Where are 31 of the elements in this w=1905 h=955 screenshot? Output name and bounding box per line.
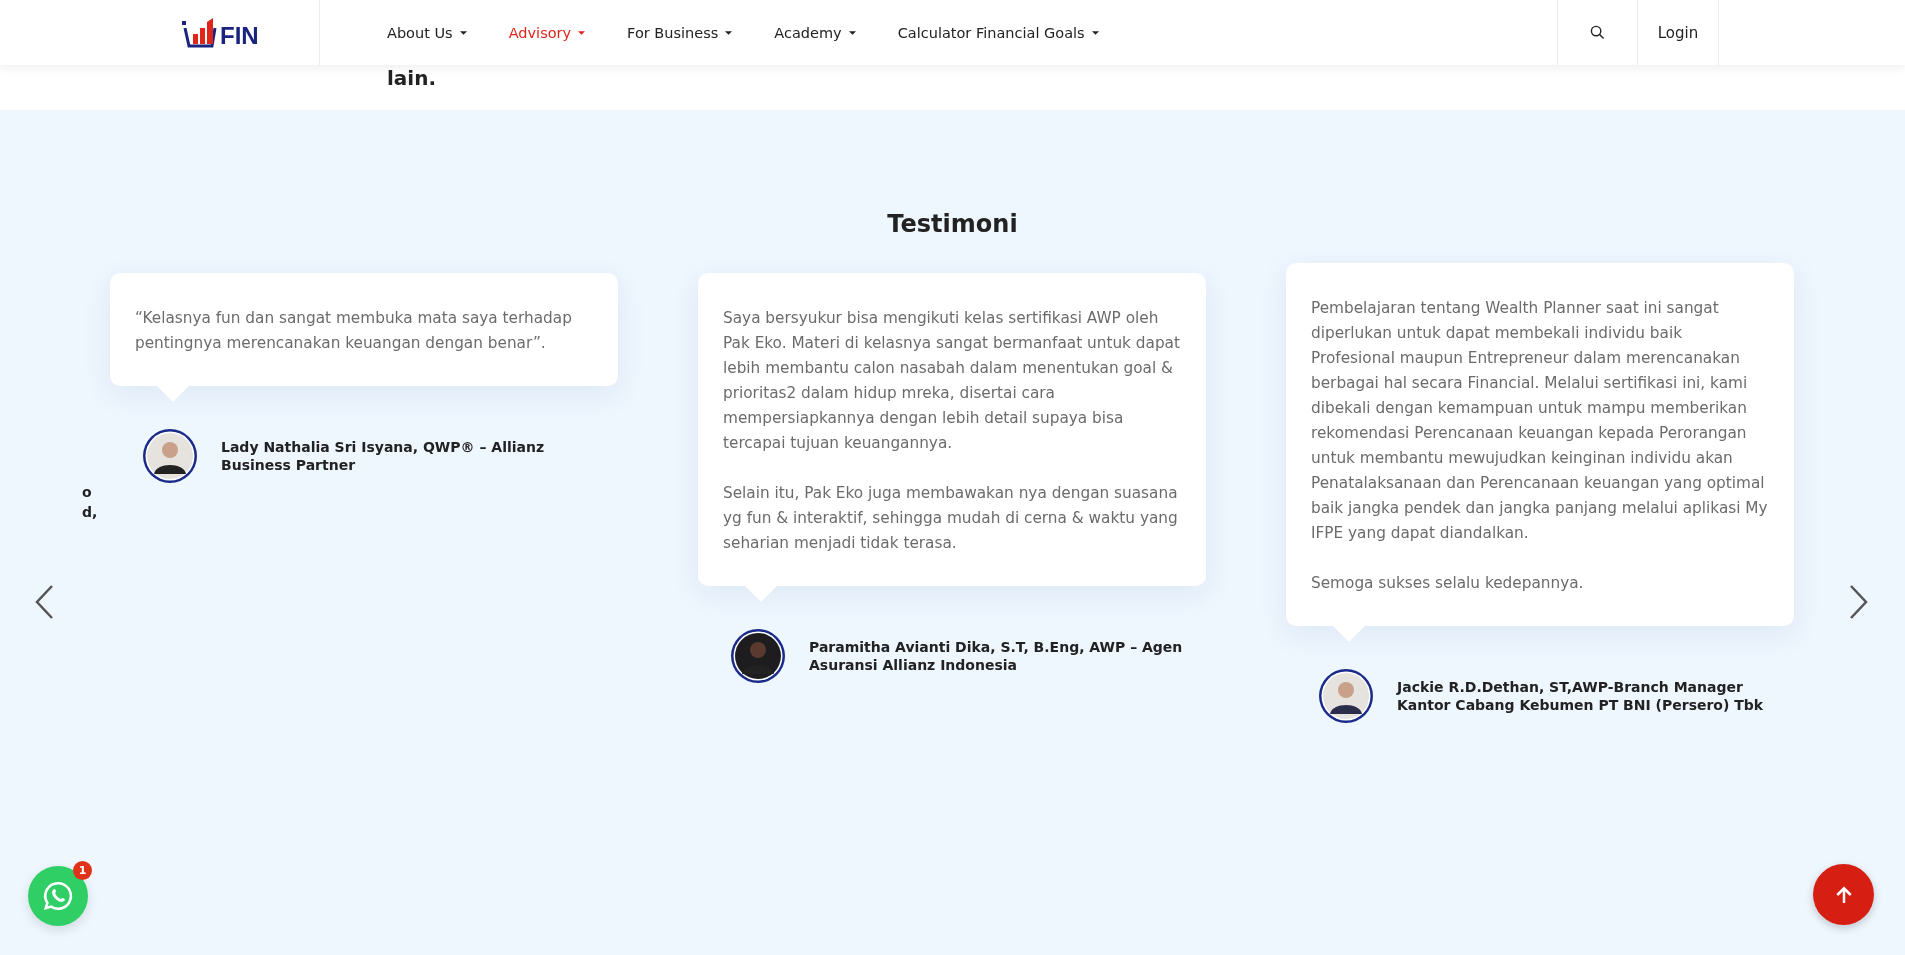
author-name: Paramitha Avianti Dika, S.T, B.Eng, AWP – Agen Asuransi Allianz Indonesia [809,638,1184,674]
quote-text: Semoga sukses selalu kedepannya. [1311,573,1585,594]
scroll-top-button[interactable] [1813,864,1874,925]
nav-link[interactable]: About Us [366,24,488,41]
caret-icon [459,30,467,35]
author-name: Lady Nathalia Sri Isyana, QWP® – Allianz Business Partner [221,438,546,474]
bar-chart-icon [182,17,218,48]
caret-icon [1091,30,1099,35]
quote-text: Pembelajaran tentang Wealth Planner saat ini sangat diperlukan untuk dapat membekali individu baik Profesional maupun Entrepreneur dalam merencanakan berbagai hal secara Financial. Melalui sertifikasi ini, kami dibekali dengan kemampuan untuk mampu memberikan rekomendasi Perencanaan keuangan kepada Perorangan untuk membantu mewujudkan keinginan individu akan Penatalaksanaan dan Perencanaan keuangan yang optimal baik jangka pendek dan jangka panjang melalui aplikasi My IFPE yang dapat diandalkan. [1311,298,1769,544]
caret-icon [725,30,733,35]
author-name: Jackie R.D.Dethan, ST,AWP-Branch Manager Kantor Cabang Kebumen PT BNI (Persero) Tbk [1397,678,1765,714]
whatsapp-button[interactable] [28,866,88,926]
nav-link[interactable]: Academy [753,24,877,41]
search-icon [1590,25,1605,40]
quote-text: “Kelasnya fun dan sangat membuka mata saya terhadap pentingnya merencanakan keuangan dengan benar”. [135,308,573,354]
nav-link[interactable]: Calculator Financial Goals [876,24,1120,41]
nav-link[interactable]: For Business [606,24,754,41]
quote-text: Saya bersyukur bisa mengikuti kelas sertifikasi AWP oleh Pak Eko. Materi di kelasnya sangat bermanfaat untuk dapat lebih membantu calon nasabah dalam menentukan goal & prioritas2 dalam hidup mreka, disertai cara mempersiapkannya dengan lebih detail supaya bisa tercapai tujuan keuangannya. [723,308,1181,454]
notification-badge: 1 [73,861,92,880]
slide-text: o [82,483,93,502]
section-text: lain. [387,66,437,90]
login-button[interactable]: Login [1637,0,1719,65]
quote-text: Selain itu, Pak Eko juga membawakan nya dengan suasana yg fun & interaktif, sehingga mudah di cerna & waktu yang seharian menjadi tidak terasa. [723,483,1179,554]
slide-text: d, [82,503,98,522]
arrow-up-icon [1834,885,1853,904]
caret-icon [578,30,586,35]
logo[interactable]: FIN [182,17,259,48]
caret-icon [848,30,856,35]
nav-link[interactable]: Advisory [487,24,607,41]
whatsapp-icon [41,879,75,913]
section-title: Testimoni [886,209,1019,238]
